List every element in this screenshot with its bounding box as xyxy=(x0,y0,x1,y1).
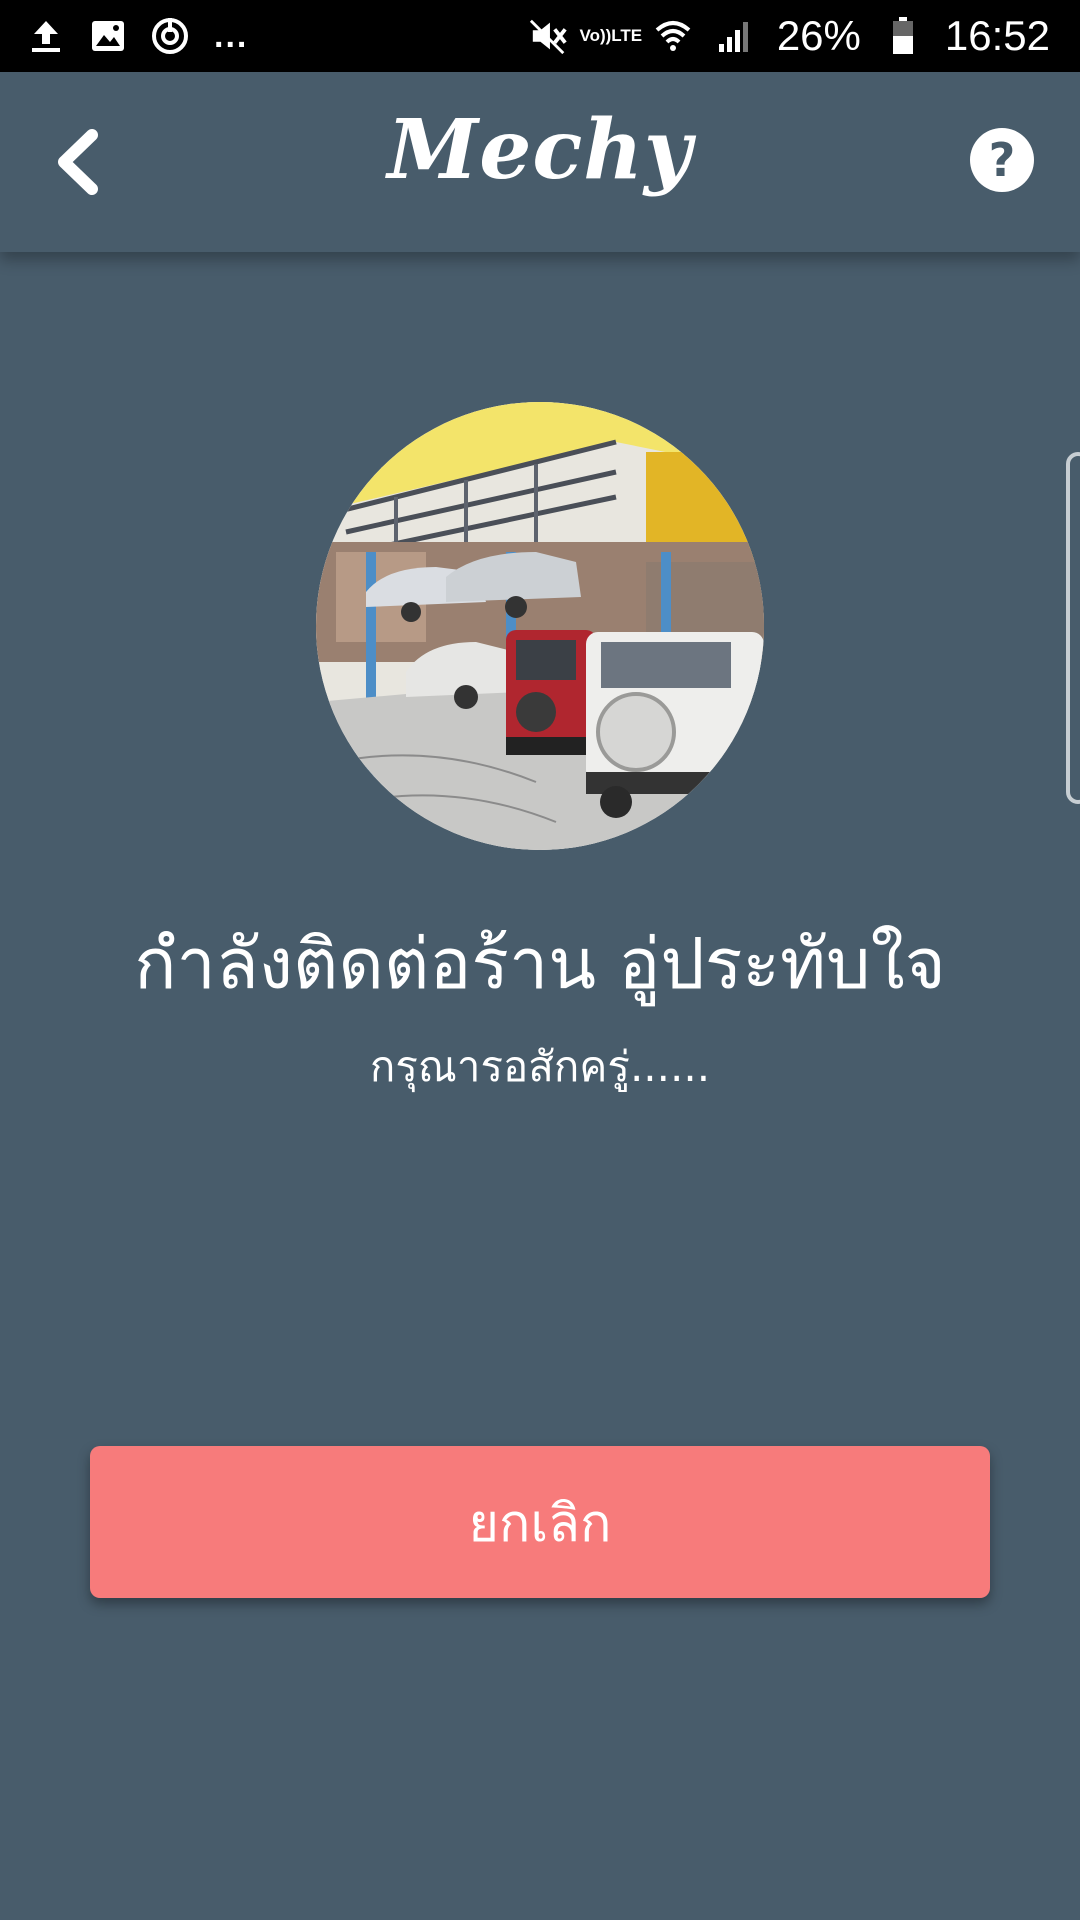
volte-top-label: Vo)) xyxy=(579,26,612,45)
wifi-icon xyxy=(653,16,693,56)
upload-icon xyxy=(26,16,66,56)
connecting-title: กำลังติดต่อร้าน อู่ประทับใจ xyxy=(134,923,946,1005)
volte-bottom-label: LTE xyxy=(611,26,643,45)
garage-illustration xyxy=(316,402,764,850)
help-icon: ? xyxy=(988,133,1016,187)
cancel-button[interactable]: ยกเลิก xyxy=(90,1446,990,1598)
scroll-handle[interactable] xyxy=(1066,452,1080,804)
status-bar-right: Vo)) LTE 26% 16:52 xyxy=(529,12,1050,60)
app-header: Mechy ? xyxy=(0,72,1080,252)
signal-icon xyxy=(715,16,755,56)
image-icon xyxy=(88,16,128,56)
more-notifications: ... xyxy=(214,16,249,55)
please-wait-text: กรุณารอสักครู่...... xyxy=(369,1042,711,1091)
status-bar-left: ... xyxy=(26,16,248,56)
help-button[interactable]: ? xyxy=(970,128,1034,192)
sync-icon xyxy=(150,16,190,56)
app-title: Mechy xyxy=(387,102,693,198)
battery-percent: 26% xyxy=(776,12,861,59)
status-bar: ... Vo)) LTE 26% 16:52 xyxy=(0,0,1080,72)
clock: 16:52 xyxy=(944,12,1050,59)
mute-icon xyxy=(529,16,569,56)
volte-icon: Vo)) LTE xyxy=(580,16,643,56)
battery-icon xyxy=(883,16,923,56)
shop-image xyxy=(316,402,764,850)
